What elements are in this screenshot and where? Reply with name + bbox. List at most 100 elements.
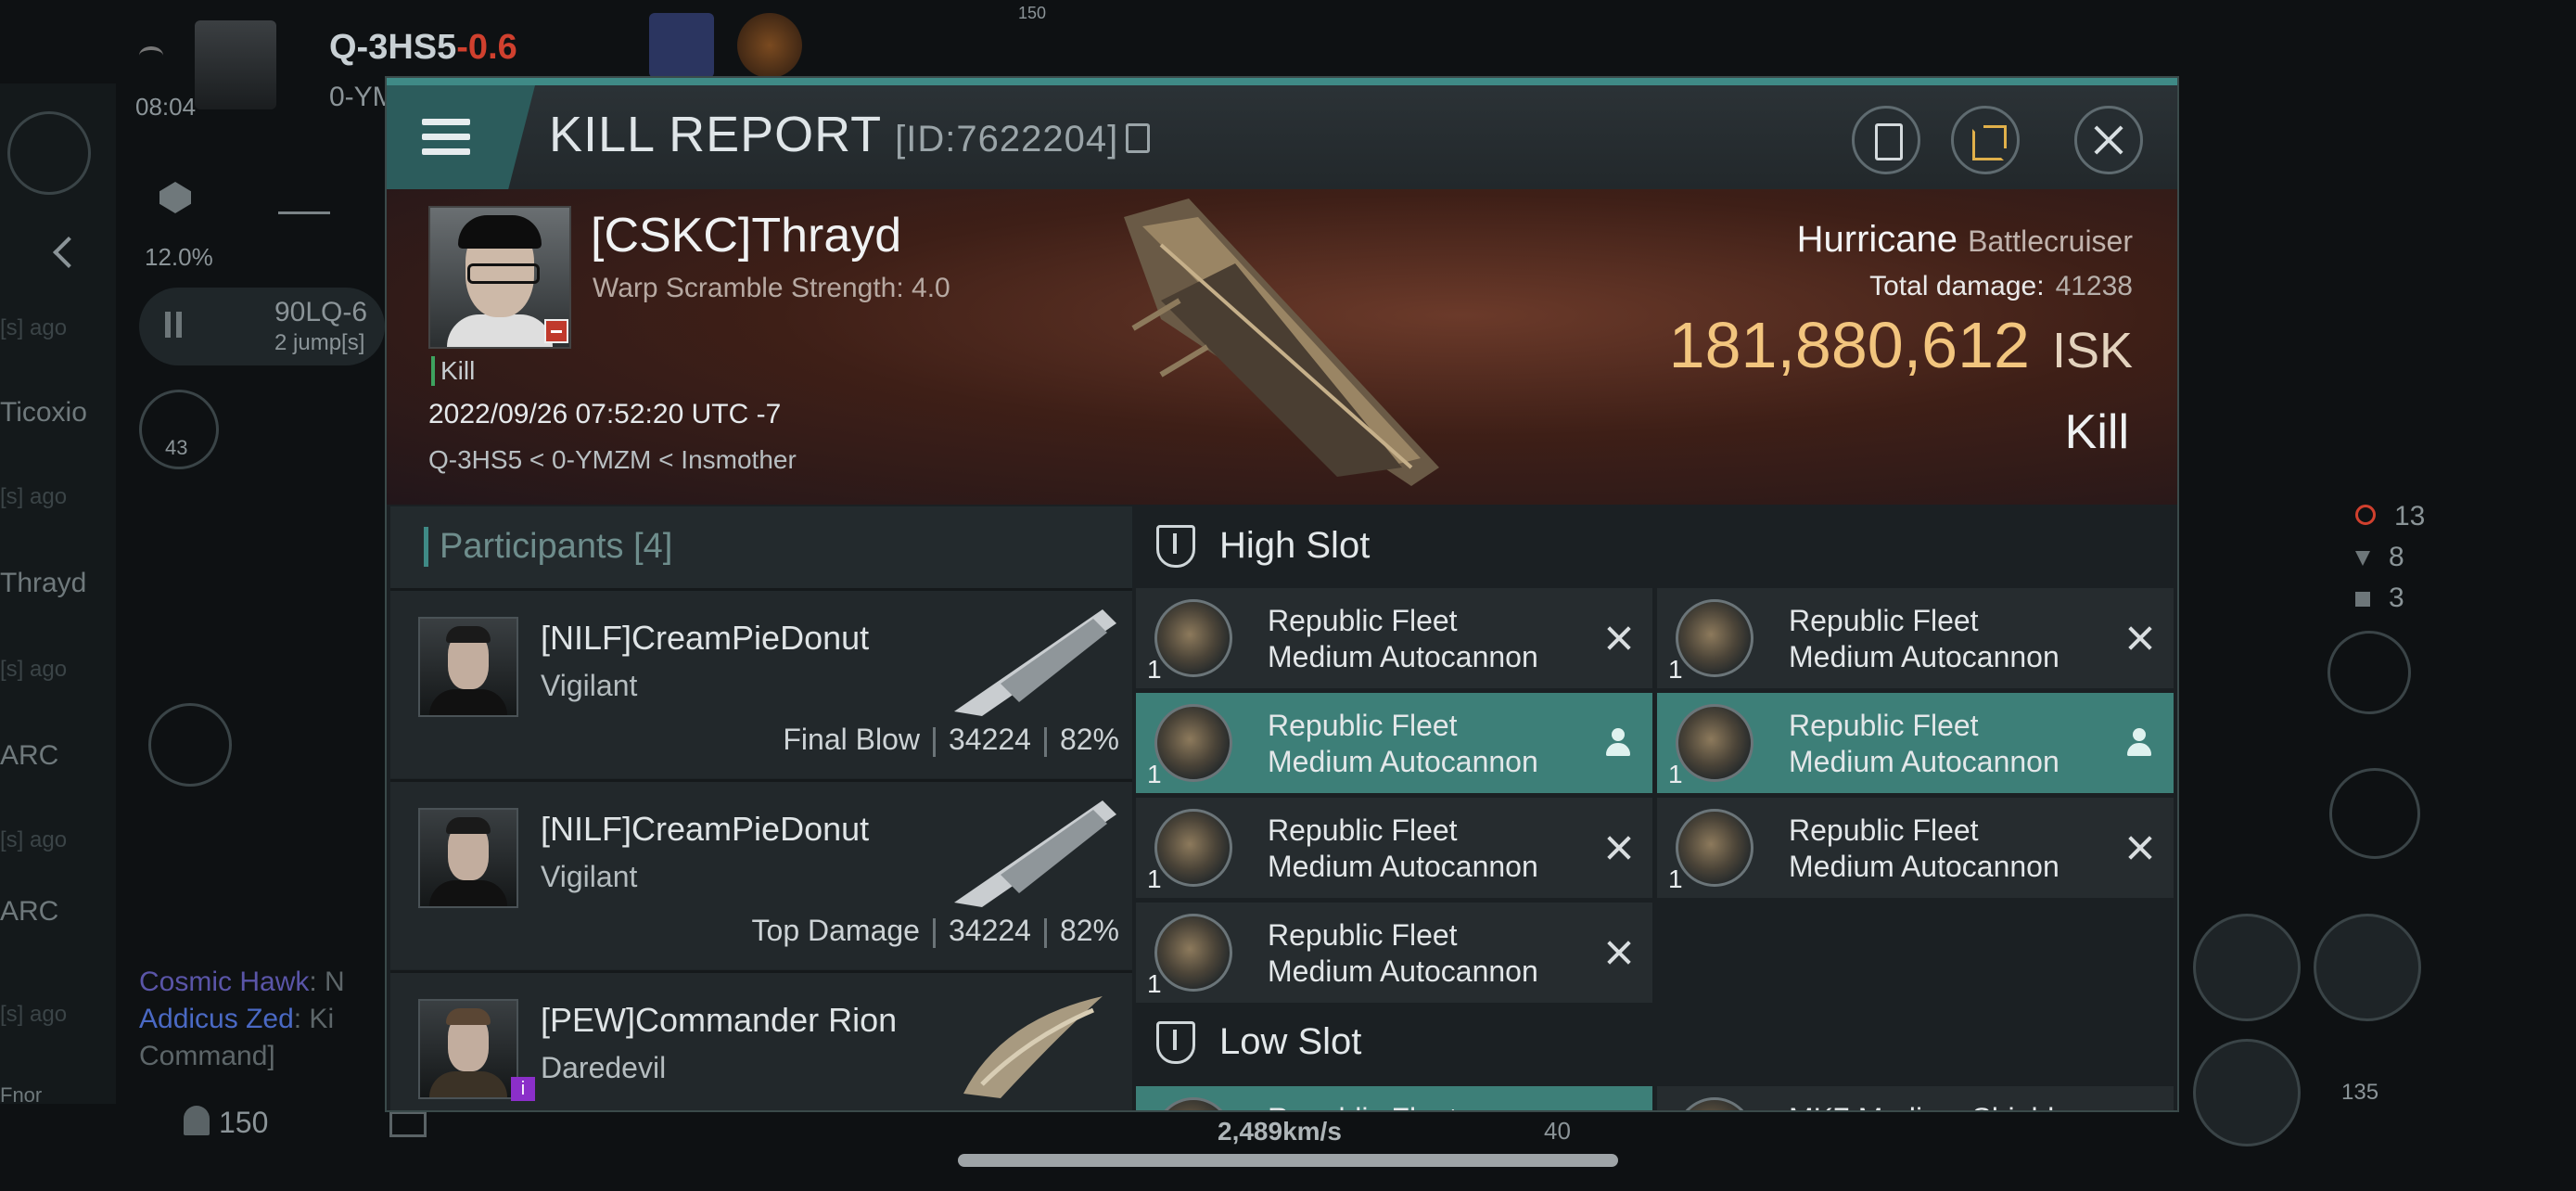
clipboard-button[interactable]: [1852, 106, 1920, 174]
left-list-time: [s] ago: [0, 1002, 68, 1027]
alliance-logo-icon[interactable]: [737, 13, 802, 78]
autocannon-icon: [1676, 704, 1753, 782]
module-quantity: 1: [1668, 655, 1683, 684]
route-icon[interactable]: [278, 178, 330, 214]
fitting-panel: High Slot 1 Republic Fleet Medium Autocan…: [1136, 506, 2177, 1110]
high-slot-title: High Slot: [1219, 525, 1371, 566]
report-id: [ID:7622204]: [895, 119, 1119, 160]
participant-ship-image: [963, 996, 1103, 1098]
target-button[interactable]: [148, 703, 232, 787]
participant-stats: Top Damage 34224 82%: [752, 914, 1119, 948]
kill-tag: Kill: [431, 356, 475, 386]
panel-accent-bar: [387, 78, 2177, 85]
left-list-item[interactable]: Thrayd: [0, 568, 86, 599]
isk-value: 181,880,612 ISK: [1669, 308, 2133, 382]
chat-sender[interactable]: Addicus Zed: [139, 1004, 294, 1034]
drone-icon: [2355, 551, 2370, 566]
weapon-slot-button[interactable]: [2193, 1039, 2301, 1146]
autocannon-icon: [1676, 599, 1753, 677]
close-button[interactable]: [2074, 106, 2143, 174]
module-row[interactable]: 1 Republic Fleet Medium Autocannon: [1657, 798, 2174, 898]
menu-button[interactable]: [387, 85, 535, 189]
drone-count-row: 8: [2355, 542, 2404, 573]
weapon-slot-button[interactable]: [2193, 914, 2301, 1021]
destroyed-x-icon: [2125, 623, 2155, 653]
system-security: -0.6: [456, 28, 517, 67]
victim-ship-image[interactable]: [1105, 189, 1458, 505]
participant-damage: 34224: [948, 723, 1031, 756]
participant-ship-image: [954, 800, 1116, 907]
chat-line: Command]: [139, 1041, 275, 1072]
total-damage: Total damage: 41238: [1869, 271, 2133, 302]
kill-report-header: KILL REPORT [ID:7622204]: [387, 85, 2177, 189]
pause-icon[interactable]: [165, 312, 182, 338]
left-list-time: [s] ago: [0, 484, 68, 509]
participants-header: Participants [4]: [390, 506, 1132, 588]
kill-report-panel: KILL REPORT [ID:7622204] [CSKC]Thrayd War…: [385, 76, 2179, 1112]
left-list-time: [s] ago: [0, 657, 68, 682]
module-quantity: 1: [1668, 760, 1683, 788]
module-row[interactable]: 1 Republic Fleet Medium Autocannon: [1136, 903, 1652, 1003]
corp-logo-icon[interactable]: [649, 13, 714, 78]
chat-text: Command]: [139, 1041, 275, 1071]
victim-name[interactable]: [CSKC]Thrayd: [591, 208, 901, 263]
system-name: Q-3HS5: [329, 28, 457, 67]
chat-sender[interactable]: Cosmic Hawk: [139, 967, 309, 997]
target-count-row: 13: [2355, 501, 2425, 532]
left-list-time: [s] ago: [0, 315, 68, 340]
eye-view-button[interactable]: [2327, 631, 2411, 714]
mail-icon[interactable]: [389, 1111, 427, 1137]
participant-portrait[interactable]: [418, 999, 518, 1099]
structure-count-row: 3: [2355, 583, 2404, 614]
participant-row[interactable]: i [PEW]Commander Rion Daredevil: [390, 970, 1132, 1110]
cargo-icon[interactable]: [159, 182, 191, 213]
ship-type[interactable]: Hurricane Battlecruiser: [1797, 219, 2133, 261]
warp-scramble-strength: Warp Scramble Strength: 4.0: [593, 273, 950, 303]
home-indicator[interactable]: [958, 1154, 1618, 1167]
local-person-icon[interactable]: [184, 1106, 210, 1135]
low-slot-header: Low Slot: [1136, 1003, 2177, 1081]
module-name: Republic Fleet Medium Autocannon: [1789, 813, 2060, 883]
module-row[interactable]: 1 Republic Fleet Medium Autocannon: [1657, 588, 2174, 688]
module-row[interactable]: 1 Republic Fleet Medium Autocannon: [1657, 693, 2174, 793]
left-list-item[interactable]: ARC: [0, 896, 58, 928]
module-name: Republic Fleet Medium Autocannon: [1268, 918, 1538, 988]
share-button[interactable]: [1951, 106, 2020, 174]
ship-name: Hurricane: [1796, 219, 1958, 260]
module-row[interactable]: 1 Republic Fleet Medium Autocannon: [1136, 693, 1652, 793]
module-row[interactable]: Republic Fleet: [1136, 1086, 1652, 1110]
module-name: MK7 Medium Shield: [1789, 1101, 2054, 1110]
left-list-item[interactable]: Ticoxio: [0, 397, 87, 429]
shield-module-icon: [1676, 1097, 1753, 1110]
weapon-slot-button[interactable]: [2314, 914, 2421, 1021]
destroyed-x-icon: [1604, 938, 1634, 967]
chat-text: : N: [309, 967, 345, 997]
module-name: Republic Fleet Medium Autocannon: [1789, 709, 2060, 778]
participant-portrait[interactable]: [418, 617, 518, 717]
kill-location[interactable]: Q-3HS5 < 0-YMZM < Insmother: [428, 445, 797, 475]
swap-button[interactable]: [2329, 768, 2420, 859]
copy-icon[interactable]: [1126, 122, 1151, 153]
left-list-item[interactable]: Fnor: [0, 1083, 42, 1108]
locked-target-icon: [2355, 505, 2376, 525]
participant-row[interactable]: [NILF]CreamPieDonut Vigilant Final Blow 3…: [390, 588, 1132, 778]
module-row[interactable]: MK7 Medium Shield: [1657, 1086, 2174, 1110]
low-slot-title: Low Slot: [1219, 1021, 1362, 1062]
left-list-item[interactable]: ARC: [0, 740, 58, 772]
close-left-panel-button[interactable]: [7, 111, 91, 195]
participant-damage: 34224: [948, 914, 1031, 947]
module-row[interactable]: 1 Republic Fleet Medium Autocannon: [1136, 588, 1652, 688]
autocannon-icon: [1154, 704, 1232, 782]
participant-role: Final Blow: [783, 723, 920, 756]
ship-class: Battlecruiser: [1968, 224, 2133, 258]
module-row[interactable]: 1 Republic Fleet Medium Autocannon: [1136, 798, 1652, 898]
pilot-avatar[interactable]: [195, 20, 276, 109]
participant-ship: Daredevil: [541, 1051, 667, 1084]
participant-portrait[interactable]: [418, 808, 518, 908]
high-slot-icon: [1156, 525, 1195, 568]
title-text: KILL REPORT: [549, 107, 883, 162]
system-header[interactable]: Q-3HS5-0.6: [329, 28, 517, 68]
participant-row[interactable]: [NILF]CreamPieDonut Vigilant Top Damage 3…: [390, 779, 1132, 969]
participant-name: [PEW]Commander Rion: [541, 1001, 898, 1039]
destroyed-x-icon: [1604, 623, 1634, 653]
